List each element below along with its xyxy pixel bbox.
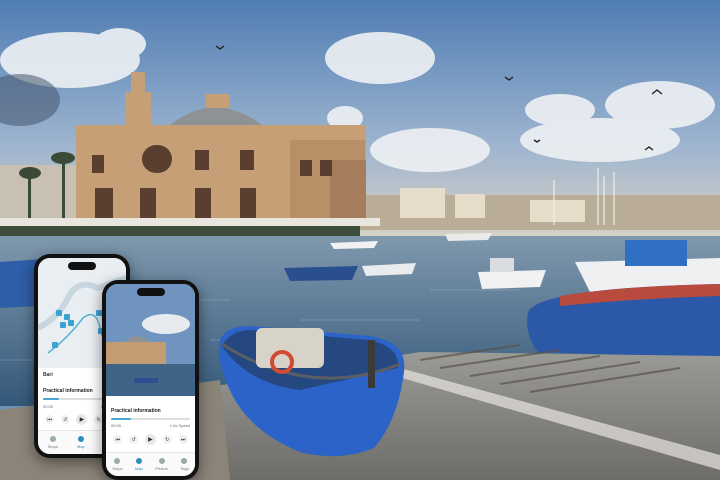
photos-icon xyxy=(158,458,165,464)
stops-icon xyxy=(49,436,56,442)
map-icon xyxy=(77,436,84,442)
elapsed-time: 00:00 xyxy=(111,423,122,428)
audio-track-title: Practical information xyxy=(111,408,161,414)
player-controls: ⏮ ↺ ▶ ↻ ⏭ xyxy=(110,434,191,445)
tab-map[interactable]: Map xyxy=(135,458,143,471)
tab-stops[interactable]: Stops xyxy=(112,458,122,471)
rewind-icon[interactable]: ↺ xyxy=(129,435,139,444)
map-city-label: Bari xyxy=(43,372,53,378)
tab-label: Stops xyxy=(112,466,123,471)
tab-bar: Stops Map Photos Tags xyxy=(106,452,195,476)
tab-label: Map xyxy=(135,466,143,471)
phone-notch xyxy=(136,288,165,296)
phone-b-screen: Practical information 00:00 1.0x Speed ⏮… xyxy=(106,284,195,476)
speed-toggle[interactable]: 1.0x Speed xyxy=(170,423,190,428)
play-icon[interactable]: ▶ xyxy=(76,414,88,425)
map-icon xyxy=(135,458,142,464)
tab-label: Tags xyxy=(180,466,189,471)
tab-stops[interactable]: Stops xyxy=(48,436,58,449)
tab-photos[interactable]: Photos xyxy=(155,458,168,471)
audio-track-title: Practical information xyxy=(43,388,93,394)
stop-photo xyxy=(106,284,195,396)
tab-label: Photos xyxy=(155,466,168,471)
stop-photo-image xyxy=(106,284,195,396)
tags-icon xyxy=(181,458,188,464)
tab-label: Map xyxy=(76,444,85,449)
tab-map[interactable]: Map xyxy=(77,436,85,449)
stops-icon xyxy=(114,458,121,464)
play-icon[interactable]: ▶ xyxy=(144,434,156,445)
tab-label: Stops xyxy=(47,444,58,449)
forward-icon[interactable]: ↻ xyxy=(162,435,172,444)
tab-tags[interactable]: Tags xyxy=(180,458,189,471)
prev-icon[interactable]: ⏮ xyxy=(113,435,123,444)
phone-photo-screen: Practical information 00:00 1.0x Speed ⏮… xyxy=(102,280,199,480)
rewind-icon[interactable]: ↺ xyxy=(60,415,70,424)
audio-progress-bar[interactable] xyxy=(111,418,190,420)
next-icon[interactable]: ⏭ xyxy=(178,435,188,444)
elapsed-time: 00:00 xyxy=(43,404,54,409)
phone-notch xyxy=(68,262,96,270)
prev-icon[interactable]: ⏮ xyxy=(45,415,55,424)
